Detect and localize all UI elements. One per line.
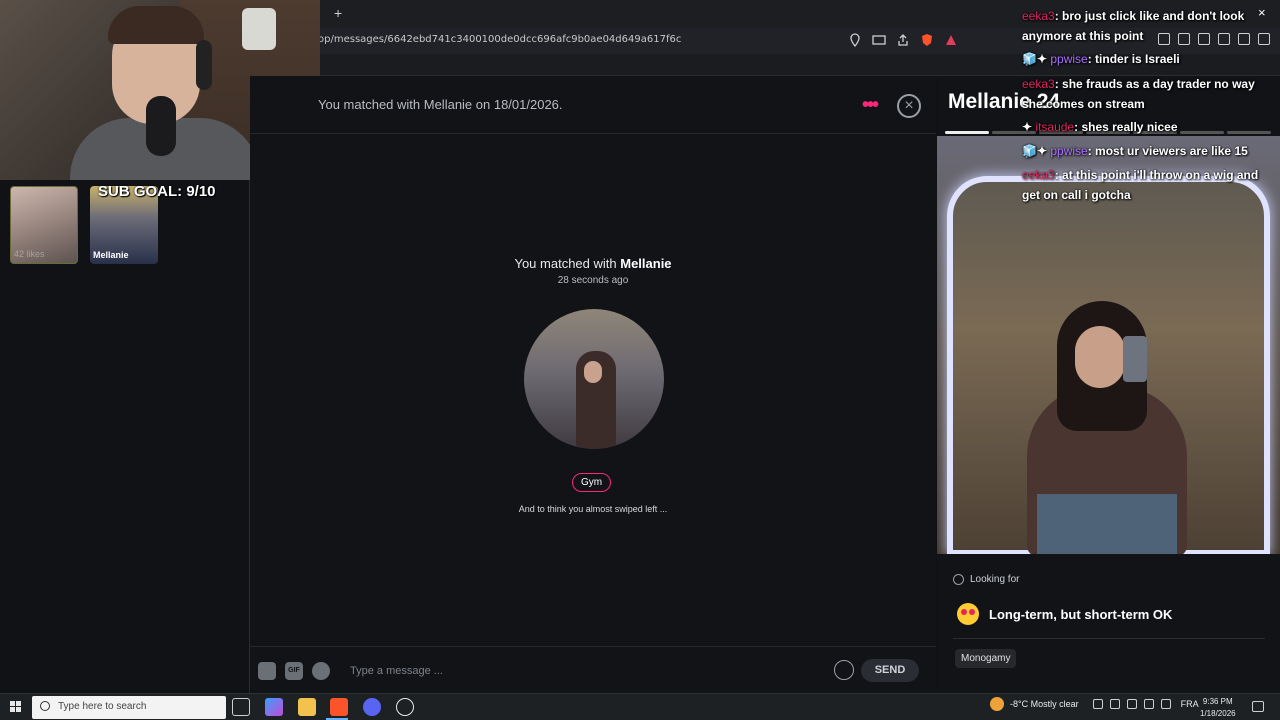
tray-icons: [1092, 699, 1171, 709]
screen: + op/messages/6642ebd741c3400100de0dcc69…: [0, 0, 1280, 720]
volume-icon[interactable]: [1160, 699, 1171, 709]
chat-message: 🧊✦ ppwise: most ur viewers are like 15: [1022, 141, 1280, 161]
chat-text: : most ur viewers are like 15: [1087, 144, 1248, 158]
chat-panel: You matched with Mellanie on 18/01/2026.…: [250, 76, 936, 693]
message-input[interactable]: [350, 662, 820, 680]
match-title: You matched with Mellanie: [250, 256, 936, 271]
looking-for-label: Looking for: [970, 574, 1020, 585]
address-bar-actions: [848, 33, 958, 48]
photo-jeans: [1037, 494, 1177, 554]
chat-badges: 🧊✦: [1022, 144, 1047, 158]
relationship-type-chip: Monogamy: [955, 649, 1017, 668]
language-indicator[interactable]: FRA: [1181, 699, 1199, 709]
interest-chip: Gym: [572, 473, 612, 492]
chat-badges: 🧊✦: [1022, 52, 1047, 66]
chat-message: ✦ itsaude: shes really nicee: [1022, 117, 1280, 137]
chat-message: eeka3: at this point i'll throw on a wig…: [1022, 165, 1280, 185]
photo-phone: [1123, 336, 1147, 382]
likes-thumbnail[interactable]: 42 likes: [10, 186, 78, 264]
clock-time: 9:36 PM: [1202, 697, 1233, 706]
search-icon: [953, 574, 964, 585]
looking-for-row: Long-term, but short-term OK: [957, 603, 1172, 625]
sub-goal-overlay: SUB GOAL: 9/10: [98, 183, 216, 200]
brave-browser-icon[interactable]: [330, 698, 348, 716]
webcam-jar: [242, 8, 276, 50]
webcam-hair: [108, 6, 204, 44]
obs-icon[interactable]: [396, 698, 414, 716]
task-view-icon[interactable]: [232, 698, 250, 716]
match-thumbnail-caption: Mellanie: [93, 250, 129, 260]
match-time: 28 seconds ago: [557, 275, 629, 286]
clock-date: 1/18/2026: [1200, 709, 1236, 718]
looking-for-header: Looking for: [953, 574, 1019, 585]
divider: [953, 638, 1265, 639]
copilot-icon[interactable]: [265, 698, 283, 716]
chat-username: eeka3: [1022, 9, 1055, 23]
chevron-up-icon[interactable]: [1092, 699, 1103, 709]
chat-text: : at this point i'll throw on a wig and: [1054, 168, 1259, 182]
chat-message: eeka3: she frauds as a day trader no way: [1022, 74, 1280, 94]
chat-username: ppwise: [1050, 144, 1088, 158]
looking-for-value: Long-term, but short-term OK: [989, 606, 1173, 622]
brave-shield-icon[interactable]: [920, 33, 934, 47]
url-text[interactable]: op/messages/6642ebd741c3400100de0dcc696a…: [318, 34, 681, 45]
close-chat-button[interactable]: ×: [897, 94, 921, 118]
discord-icon[interactable]: [363, 698, 381, 716]
match-name: Mellanie: [620, 256, 672, 271]
chat-text: : shes really nicee: [1074, 120, 1178, 134]
match-title-prefix: You matched with: [514, 256, 621, 271]
chat-username: eeka3: [1022, 168, 1055, 182]
brave-rewards-icon[interactable]: [944, 33, 958, 47]
wifi-icon[interactable]: [1143, 699, 1154, 709]
message-composer: GIF SEND: [250, 646, 936, 693]
file-explorer-icon[interactable]: [298, 698, 316, 716]
microphone-icon: [146, 96, 176, 156]
new-tab-button[interactable]: +: [334, 5, 342, 21]
gif-button[interactable]: GIF: [285, 662, 303, 680]
match-avatar[interactable]: [524, 309, 664, 449]
notification-icon[interactable]: [1252, 701, 1264, 712]
chat-text: : she frauds as a day trader no way: [1054, 77, 1255, 91]
headphone-icon: [196, 40, 212, 90]
chat-message: 🧊✦ ppwise: tinder is Israeli: [1022, 49, 1280, 69]
chat-username: eeka3: [1022, 77, 1055, 91]
chat-header: You matched with Mellanie on 18/01/2026.…: [250, 76, 936, 134]
photo-face: [1075, 326, 1125, 388]
microphone-icon[interactable]: [1126, 699, 1137, 709]
taskbar-search[interactable]: Type here to search: [32, 696, 226, 719]
network-icon[interactable]: [1109, 699, 1120, 709]
match-date-text: You matched with Mellanie on 18/01/2026.: [318, 97, 563, 112]
system-tray: -8°C Mostly clear FRA: [990, 697, 1199, 711]
likes-caption: 42 likes: [14, 249, 45, 259]
chat-username: itsaude: [1035, 120, 1075, 134]
match-tagline: And to think you almost swiped left ...: [518, 504, 668, 514]
chat-text: : bro just click like and don't look: [1054, 9, 1245, 23]
photo-progress-segment[interactable]: [945, 131, 989, 134]
more-options-button[interactable]: •••: [862, 94, 879, 117]
chat-text: : tinder is Israeli: [1087, 52, 1180, 66]
weather-text[interactable]: -8°C Mostly clear: [1010, 699, 1079, 709]
chat-badges: ✦: [1022, 120, 1033, 134]
cast-icon[interactable]: [872, 33, 886, 47]
search-icon: [40, 701, 50, 711]
chat-message-cont: get on call i gotcha: [1022, 188, 1131, 202]
chat-message-cont: she comes on stream: [1022, 97, 1145, 111]
overlay-close-button[interactable]: ×: [1258, 5, 1266, 20]
taskbar-clock[interactable]: 9:36 PM 1/18/2026: [1200, 696, 1236, 720]
avatar-face: [584, 361, 602, 383]
heart-eyes-icon: [957, 603, 979, 625]
location-icon[interactable]: [848, 33, 862, 48]
send-button[interactable]: SEND: [861, 659, 919, 682]
share-icon[interactable]: [896, 33, 910, 47]
sticker-icon[interactable]: [258, 662, 276, 680]
taskbar-search-placeholder: Type here to search: [58, 701, 147, 712]
weather-icon[interactable]: [990, 697, 1004, 711]
chat-message-cont: anymore at this point: [1022, 29, 1144, 43]
spotify-icon[interactable]: [312, 662, 330, 680]
windows-start-icon[interactable]: [10, 701, 22, 713]
emoji-icon[interactable]: [834, 660, 854, 680]
chat-message: eeka3: bro just click like and don't loo…: [1022, 6, 1280, 26]
taskbar: Type here to search -8°C Mostly clear FR…: [0, 693, 1280, 720]
chat-username: ppwise: [1050, 52, 1088, 66]
